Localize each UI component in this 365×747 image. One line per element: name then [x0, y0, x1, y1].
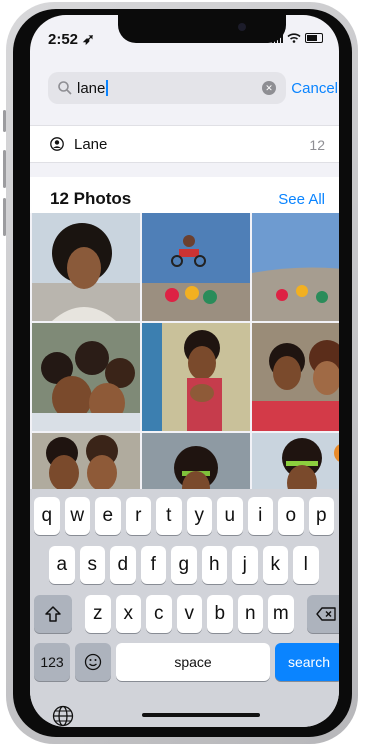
- keyboard-row-3: z x c v b n m: [34, 595, 339, 633]
- battery-icon: [305, 33, 323, 43]
- wifi-icon: [287, 33, 301, 43]
- key-n[interactable]: n: [237, 595, 263, 633]
- key-d[interactable]: d: [110, 546, 136, 584]
- keyboard-row-2: a s d f g h j k l: [49, 546, 319, 584]
- search-key[interactable]: search: [275, 643, 339, 681]
- home-indicator[interactable]: [142, 713, 260, 717]
- keyboard-row-4: 123 space search: [34, 643, 339, 681]
- backspace-key[interactable]: [306, 595, 339, 633]
- volume-up-button: [3, 150, 6, 188]
- key-q[interactable]: q: [34, 497, 60, 535]
- key-p[interactable]: p: [308, 497, 334, 535]
- key-c[interactable]: c: [146, 595, 172, 633]
- key-g[interactable]: g: [171, 546, 197, 584]
- photo-thumbnail[interactable]: [142, 323, 250, 431]
- section-title: 12 Photos: [50, 189, 132, 208]
- suggestion-row-lane[interactable]: Lane 12: [30, 125, 339, 163]
- search-input[interactable]: lane ✕: [48, 72, 286, 104]
- space-key[interactable]: space: [116, 643, 270, 681]
- numbers-key[interactable]: 123: [34, 643, 70, 681]
- suggestion-count: 12: [309, 137, 325, 153]
- photo-thumbnail[interactable]: [32, 323, 140, 431]
- key-l[interactable]: l: [293, 546, 319, 584]
- clear-icon[interactable]: ✕: [262, 81, 276, 95]
- shift-key[interactable]: [34, 595, 72, 633]
- suggestion-label: Lane: [74, 136, 108, 153]
- key-s[interactable]: s: [79, 546, 105, 584]
- key-k[interactable]: k: [262, 546, 288, 584]
- emoji-key[interactable]: [75, 643, 111, 681]
- key-x[interactable]: x: [115, 595, 141, 633]
- key-j[interactable]: j: [232, 546, 258, 584]
- key-u[interactable]: u: [217, 497, 243, 535]
- key-m[interactable]: m: [268, 595, 294, 633]
- notch: [118, 15, 286, 43]
- shift-icon: [45, 606, 61, 622]
- key-v[interactable]: v: [176, 595, 202, 633]
- key-e[interactable]: e: [95, 497, 121, 535]
- backspace-icon: [315, 607, 336, 621]
- key-i[interactable]: i: [247, 497, 273, 535]
- key-y[interactable]: y: [186, 497, 212, 535]
- search-row: lane ✕ Cancel: [48, 72, 338, 106]
- emoji-icon: [84, 653, 102, 671]
- key-h[interactable]: h: [201, 546, 227, 584]
- see-all-button[interactable]: See All: [278, 191, 325, 208]
- globe-icon[interactable]: [52, 705, 74, 727]
- photo-thumbnail[interactable]: [252, 323, 339, 431]
- key-b[interactable]: b: [207, 595, 233, 633]
- volume-down-button: [3, 198, 6, 236]
- person-icon: [50, 137, 64, 151]
- text-caret: [106, 80, 109, 96]
- mute-switch: [3, 110, 6, 132]
- cancel-button[interactable]: Cancel: [291, 80, 338, 97]
- key-a[interactable]: a: [49, 546, 75, 584]
- photo-thumbnail[interactable]: [142, 213, 250, 321]
- key-t[interactable]: t: [156, 497, 182, 535]
- keyboard: q w e r t y u i o p a s d f g h j k l z: [30, 489, 339, 727]
- phone-screen: 2:52 ➶ lane ✕ Cancel Lane 12 12 Photos S…: [30, 15, 339, 727]
- search-query-text: lane: [77, 80, 109, 97]
- keyboard-row-1: q w e r t y u i o p: [34, 497, 334, 535]
- key-f[interactable]: f: [140, 546, 166, 584]
- key-o[interactable]: o: [278, 497, 304, 535]
- key-r[interactable]: r: [125, 497, 151, 535]
- photo-thumbnail[interactable]: [32, 213, 140, 321]
- photos-section-header: 12 Photos See All: [30, 177, 339, 213]
- camera-icon: [238, 23, 246, 31]
- key-w[interactable]: w: [64, 497, 90, 535]
- search-icon: [58, 81, 72, 95]
- photo-thumbnail[interactable]: [252, 213, 339, 321]
- photo-grid: [32, 213, 339, 541]
- status-time: 2:52 ➶: [48, 31, 95, 48]
- key-z[interactable]: z: [85, 595, 111, 633]
